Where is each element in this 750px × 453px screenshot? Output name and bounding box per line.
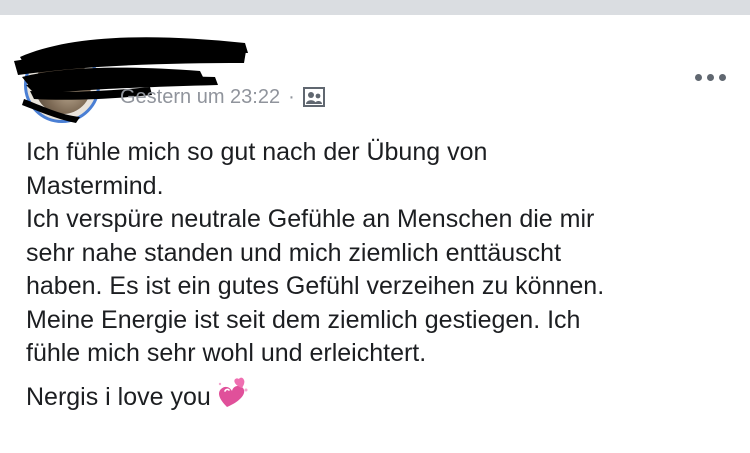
post-meta: Gestern um 23:22 · [120, 84, 325, 110]
post-line: fühle mich sehr wohl und erleichtert. [26, 339, 427, 367]
feed-post: Gestern um 23:22 · Ich fühle mich so gut… [0, 15, 750, 453]
more-options-button[interactable] [690, 65, 730, 89]
closing-text: Nergis i love you [26, 382, 211, 411]
meta-separator: · [288, 85, 295, 108]
friends-icon[interactable] [302, 86, 325, 108]
post-line: sehr nahe standen und mich ziemlich entt… [26, 238, 562, 267]
feed-separator [0, 0, 750, 15]
sparkling-heart-emoji [218, 377, 248, 408]
closing-line: Nergis i love you [26, 377, 731, 415]
post-line: Mastermind. [26, 171, 164, 200]
post-line: Meine Energie ist seit dem ziemlich gest… [26, 305, 581, 334]
post-timestamp[interactable]: Gestern um 23:22 [120, 86, 280, 109]
more-dot [718, 73, 726, 81]
post-line: Ich fühle mich so gut nach der Übung von [26, 138, 488, 166]
more-dots-icon [694, 73, 702, 81]
post-text: Ich fühle mich so gut nach der Übung von… [26, 136, 731, 414]
more-dot [706, 73, 714, 81]
post-line: haben. Es ist ein gutes Gefühl verzeihen… [26, 272, 605, 300]
post-line: Ich verspüre neutrale Gefühle an Mensche… [26, 205, 595, 233]
